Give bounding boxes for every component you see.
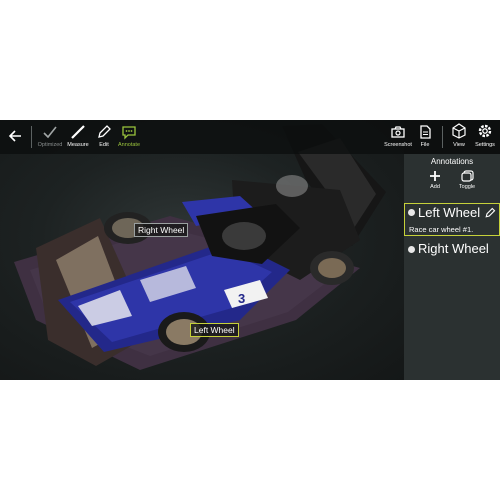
- app-window: 3 Right Wheel Left Wheel Optimized Measu…: [0, 120, 500, 380]
- toggle-icon: [460, 170, 474, 182]
- scene-label-right-wheel[interactable]: Right Wheel: [134, 223, 189, 237]
- annotate-button[interactable]: Annotate: [112, 122, 146, 152]
- edit-annotation-icon[interactable]: [484, 207, 496, 219]
- annotation-description: Race car wheel #1.: [409, 225, 474, 234]
- file-icon: [420, 125, 431, 139]
- scene-label-left-wheel[interactable]: Left Wheel: [190, 323, 239, 337]
- annotation-dot-icon: [408, 246, 415, 253]
- cube-icon: [452, 123, 466, 139]
- toggle-label: Toggle: [458, 184, 476, 190]
- toolbar-divider-right: [442, 126, 443, 148]
- ruler-icon: [71, 125, 85, 139]
- annotation-title: Right Wheel: [418, 241, 489, 256]
- toggle-annotations-button[interactable]: Toggle: [449, 170, 485, 198]
- annotation-dot-icon: [408, 209, 415, 216]
- file-label: File: [420, 142, 430, 148]
- check-icon: [43, 126, 57, 139]
- 3d-viewport[interactable]: 3 Right Wheel Left Wheel: [0, 120, 404, 380]
- plus-icon: [430, 171, 440, 181]
- file-button[interactable]: File: [410, 122, 440, 152]
- annotations-panel: Annotations Add Toggle: [404, 154, 500, 380]
- panel-title: Annotations: [430, 157, 474, 166]
- top-toolbar: Optimized Measure Edit Annotate Screensh…: [0, 120, 500, 154]
- car-3d-model[interactable]: 3: [0, 120, 404, 380]
- comment-icon: [122, 126, 136, 140]
- annotate-label: Annotate: [117, 142, 141, 148]
- add-annotation-button[interactable]: Add: [417, 170, 453, 198]
- car-number: 3: [238, 291, 245, 306]
- annotation-title: Left Wheel: [418, 205, 481, 220]
- annotation-item-left-wheel[interactable]: Left Wheel Race car wheel #1.: [404, 203, 500, 236]
- pencil-icon: [98, 125, 111, 138]
- add-label: Add: [430, 184, 440, 190]
- back-arrow-icon: [8, 130, 21, 142]
- toolbar-divider: [31, 126, 32, 148]
- gear-icon: [478, 124, 492, 138]
- settings-button[interactable]: Settings: [470, 122, 500, 152]
- camera-icon: [391, 126, 405, 138]
- back-button[interactable]: [0, 122, 30, 152]
- settings-label: Settings: [475, 142, 495, 148]
- annotation-item-right-wheel[interactable]: Right Wheel: [404, 240, 500, 260]
